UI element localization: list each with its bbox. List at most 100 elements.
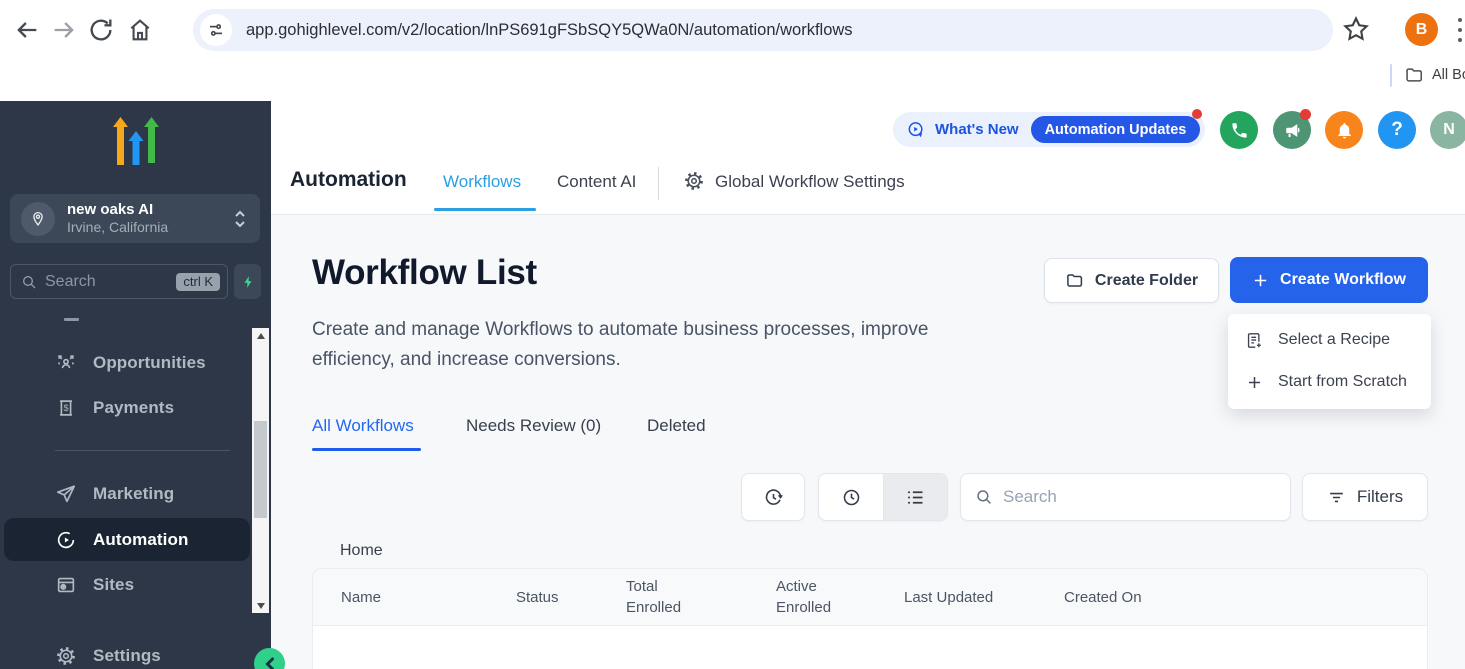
whats-new-label: What's New [935,121,1019,138]
notifications-button[interactable] [1325,111,1363,149]
filters-button[interactable]: Filters [1302,473,1428,521]
menu-item-start-from-scratch[interactable]: Start from Scratch [1228,361,1431,403]
send-icon [55,483,77,505]
menu-item-select-a-recipe[interactable]: Select a Recipe [1228,319,1431,361]
create-workflow-button[interactable]: Create Workflow [1230,257,1428,303]
header-divider [658,167,659,200]
screenshot-root: app.gohighlevel.com/v2/location/lnPS691g… [0,0,1465,669]
sidebar-item-opportunities[interactable]: Opportunities [0,348,252,378]
app-header: What's New Automation Updates ? N Automa… [271,101,1465,215]
sidebar-item-label: Opportunities [93,353,206,373]
scrollbar-thumb[interactable] [254,421,267,518]
workflow-table: Name Status Total Enrolled Active Enroll… [312,568,1428,669]
partially-scrolled-item [64,318,79,321]
plus-icon [1252,272,1269,289]
quick-actions-button[interactable] [234,264,261,299]
all-bookmarks-label[interactable]: All Bookmarks [1432,67,1465,83]
folder-icon [1065,271,1084,290]
search-icon [975,488,993,506]
notification-dot [1192,109,1202,119]
sidebar-item-settings[interactable]: Settings [0,641,252,669]
sidebar-search[interactable]: ctrl K [10,264,228,299]
automation-updates-badge[interactable]: Automation Updates [1031,116,1201,143]
chevron-up-down-icon [233,208,247,230]
tab-needs-review[interactable]: Needs Review (0) [466,416,601,436]
tab-workflows[interactable]: Workflows [443,172,521,192]
location-switcher[interactable]: new oaks AI Irvine, California [10,194,260,243]
tab-content-ai[interactable]: Content AI [557,172,636,192]
browser-forward-icon[interactable] [50,16,78,44]
sidebar-item-label: Sites [93,575,134,595]
user-avatar[interactable]: N [1430,111,1465,149]
chevron-left-icon [263,657,277,669]
site-settings-icon[interactable] [200,14,232,46]
history-clock-icon [763,487,784,508]
sidebar-scrollbar[interactable] [252,328,269,613]
page-title: Workflow List [312,253,537,293]
phone-button[interactable] [1220,111,1258,149]
browser-refresh-icon[interactable] [87,16,115,44]
create-folder-button[interactable]: Create Folder [1044,258,1219,303]
sidebar-item-marketing[interactable]: Marketing [0,479,252,509]
url-text[interactable]: app.gohighlevel.com/v2/location/lnPS691g… [246,21,853,40]
location-pin-icon [21,202,55,236]
location-name: new oaks AI [67,201,233,219]
menu-item-label: Select a Recipe [1278,331,1390,349]
filter-icon [1327,488,1346,507]
browser-menu-icon[interactable] [1458,18,1463,42]
search-icon [21,274,37,290]
bookmarks-folder-icon[interactable] [1404,65,1424,85]
create-workflow-dropdown: Select a Recipe Start from Scratch [1228,314,1431,409]
sidebar-item-sites[interactable]: Sites [0,570,252,600]
column-header-last-updated: Last Updated [904,587,1064,608]
tab-deleted[interactable]: Deleted [647,416,706,436]
help-button[interactable]: ? [1378,111,1416,149]
sidebar-item-label: Settings [93,646,161,666]
browser-back-icon[interactable] [13,16,41,44]
enrollment-history-button[interactable] [741,473,805,521]
megaphone-icon [1283,121,1302,140]
list-icon [905,487,926,508]
breadcrumb-home[interactable]: Home [340,542,383,560]
create-workflow-label: Create Workflow [1280,271,1406,289]
bookmarks-separator [1390,64,1392,87]
sites-icon [55,574,77,596]
sidebar-item-payments[interactable]: $ Payments [0,393,252,423]
browser-profile-avatar[interactable]: B [1405,13,1438,46]
announcements-notification-dot [1300,109,1311,120]
tab-all-workflows[interactable]: All Workflows [312,416,414,436]
browser-chrome: app.gohighlevel.com/v2/location/lnPS691g… [0,0,1465,101]
search-shortcut-badge: ctrl K [176,273,220,291]
payments-icon: $ [55,397,77,419]
browser-home-icon[interactable] [126,16,154,44]
gohighlevel-logo [113,117,159,165]
create-folder-label: Create Folder [1095,272,1198,290]
bookmarks-bar: All Bookmarks [0,56,1465,96]
whats-new-icon [906,120,926,140]
bell-icon [1335,121,1354,140]
column-header-active-enrolled: Active Enrolled [776,576,904,618]
global-workflow-settings-gear-icon[interactable] [683,170,705,192]
workflow-search[interactable] [960,473,1291,521]
column-header-total-enrolled: Total Enrolled [626,576,776,618]
list-view-button[interactable] [883,474,947,520]
column-header-name: Name [341,587,516,608]
sidebar-search-input[interactable] [45,273,176,291]
location-city: Irvine, California [67,219,233,236]
workflow-list-page: Workflow List Create and manage Workflow… [271,215,1465,669]
page-subtitle: Create and manage Workflows to automate … [312,315,1032,375]
browser-address-bar[interactable]: app.gohighlevel.com/v2/location/lnPS691g… [193,9,1333,51]
scrollbar-up-arrow[interactable] [252,328,269,343]
sidebar-item-automation[interactable]: Automation [0,525,252,555]
view-toggle [818,473,948,521]
filters-label: Filters [1357,487,1403,507]
global-workflow-settings-link[interactable]: Global Workflow Settings [715,172,905,192]
plus-icon [1245,373,1264,392]
whats-new-pill[interactable]: What's New Automation Updates [893,112,1205,147]
bookmark-star-icon[interactable] [1341,14,1371,44]
svg-text:$: $ [63,403,68,413]
recent-view-button[interactable] [819,474,883,520]
workflow-search-input[interactable] [1003,487,1290,507]
scrollbar-down-arrow[interactable] [252,598,269,613]
sidebar: new oaks AI Irvine, California ctrl K Op… [0,101,271,669]
